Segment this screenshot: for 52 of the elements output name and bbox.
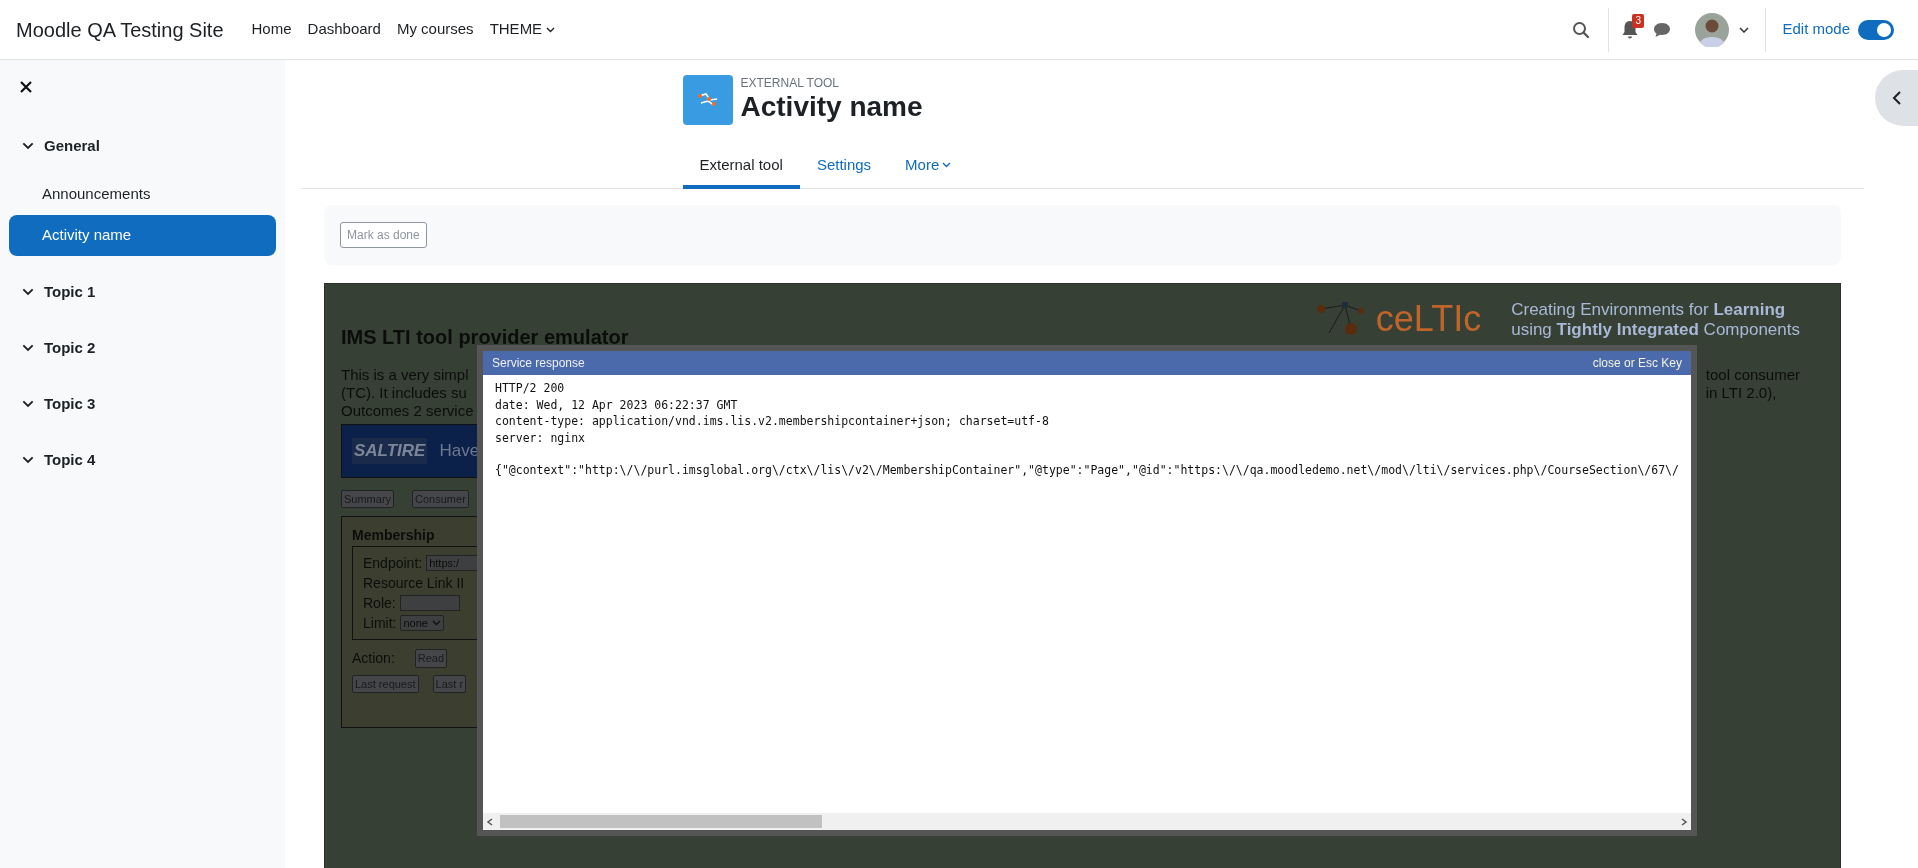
page-title: Activity name bbox=[740, 90, 923, 124]
close-icon[interactable] bbox=[20, 81, 32, 93]
more-menu-tab[interactable]: More bbox=[888, 145, 969, 189]
dialog-title: Service response bbox=[492, 355, 585, 372]
nav-link[interactable]: Home bbox=[251, 18, 292, 41]
tab[interactable]: Settings bbox=[799, 145, 889, 189]
section-title[interactable]: Topic 1 bbox=[44, 280, 96, 304]
nav-link[interactable]: My courses bbox=[396, 18, 474, 41]
chevron-icon[interactable] bbox=[22, 400, 34, 408]
close-link[interactable]: close or Esc Key bbox=[1592, 354, 1682, 372]
saltire-logo: SALTIRE bbox=[352, 438, 428, 464]
chevron-left-icon bbox=[1891, 91, 1902, 105]
caret-icon bbox=[942, 162, 952, 168]
caret-icon bbox=[546, 26, 556, 33]
response-header: content-type: application/vnd.ims.lis.v2.membershipcontainer+json; charset=utf-8 bbox=[495, 413, 1050, 430]
course-index-item[interactable]: Activity name bbox=[9, 215, 276, 256]
edit-mode-toggle[interactable] bbox=[1858, 19, 1894, 40]
response-header: date: Wed, 12 Apr 2023 06:22:37 GMT bbox=[495, 396, 739, 413]
tagline-text: Creating Environments for Learning bbox=[1511, 300, 1787, 320]
tagline-text: using Tightly Integrated Components bbox=[1511, 320, 1800, 340]
theme-menu[interactable]: THEME bbox=[489, 18, 556, 41]
scroll-left-icon[interactable] bbox=[486, 817, 494, 826]
chat-icon[interactable] bbox=[1653, 21, 1672, 38]
input-field[interactable] bbox=[399, 595, 460, 611]
edit-mode-label: Edit mode bbox=[1782, 19, 1850, 40]
caret-icon bbox=[431, 620, 441, 626]
chevron-icon[interactable] bbox=[22, 344, 34, 352]
json-body: {"@context":"http:\/\/purl.imsglobal.org\/ctx\/lis\/v2\/MembershipContainer","@type":"Page","@id":"https:\/\/qa.moodledemo.net\/mod\/lti\/services.php\/CourseSection\/67\/ bbox=[495, 462, 1679, 479]
site-name[interactable]: Moodle QA Testing Site bbox=[16, 14, 224, 45]
course-index-item[interactable]: Announcements bbox=[9, 174, 276, 215]
nav-link[interactable]: Dashboard bbox=[307, 18, 381, 41]
celtic-logo: ceLTIc bbox=[1375, 300, 1482, 338]
section-title[interactable]: Topic 3 bbox=[44, 392, 96, 416]
activity-icon bbox=[682, 75, 733, 125]
activity-type: EXTERNAL TOOL bbox=[740, 76, 840, 90]
user-avatar[interactable] bbox=[1695, 12, 1730, 47]
chevron-icon[interactable] bbox=[22, 456, 34, 464]
section-title[interactable]: Topic 4 bbox=[44, 448, 96, 472]
caret-icon[interactable] bbox=[1739, 26, 1750, 33]
tab[interactable]: External tool bbox=[682, 145, 800, 189]
search-icon[interactable] bbox=[1572, 20, 1591, 39]
response-header: HTTP/2 200 bbox=[495, 380, 566, 397]
chevron-icon[interactable] bbox=[22, 142, 34, 150]
notification-count: 3 bbox=[1632, 13, 1644, 28]
banner-text: Have bbox=[439, 440, 480, 463]
drawer-toggle-button[interactable] bbox=[1875, 70, 1918, 126]
section-title[interactable]: General bbox=[44, 134, 100, 158]
chevron-icon[interactable] bbox=[22, 288, 34, 296]
horizontal-scrollbar[interactable] bbox=[483, 813, 1691, 830]
section-title[interactable]: Topic 2 bbox=[44, 336, 96, 360]
scroll-right-icon[interactable] bbox=[1680, 817, 1688, 826]
response-header: server: nginx bbox=[495, 429, 586, 446]
